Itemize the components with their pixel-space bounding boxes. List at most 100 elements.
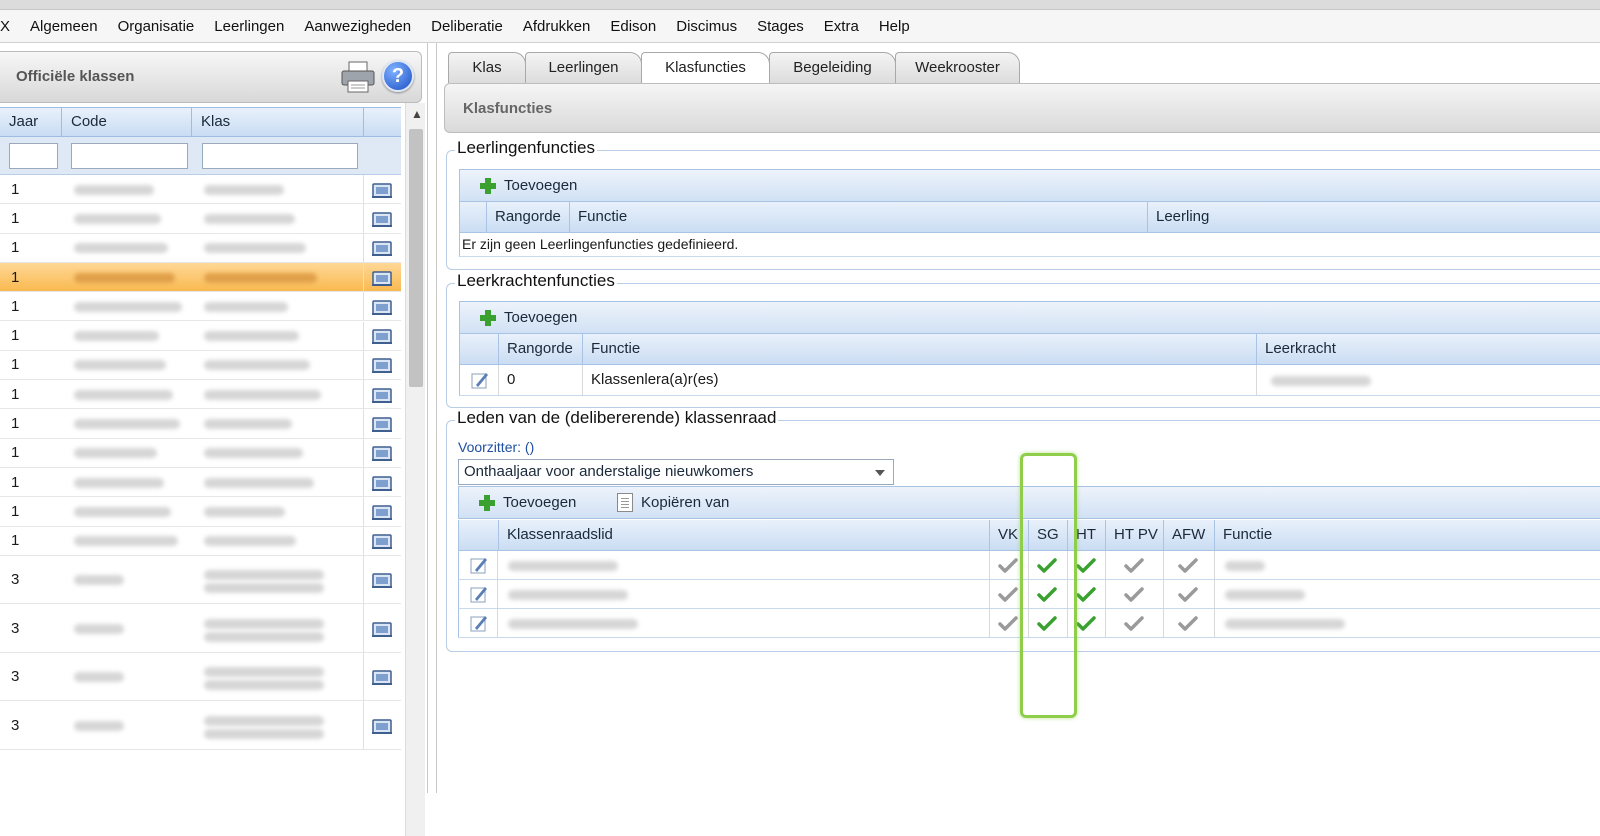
table-row[interactable]: 3 [0, 555, 401, 605]
checkmark-icon[interactable] [1178, 615, 1198, 631]
table-row[interactable]: 1 [0, 409, 401, 439]
column-header-ht-pv[interactable]: HT PV [1105, 520, 1163, 550]
cell-functie: Klassenlera(a)r(es) [582, 365, 1256, 395]
open-class-icon[interactable] [371, 181, 393, 199]
column-header-code[interactable]: Code [62, 108, 192, 136]
menu-item-algemeen[interactable]: Algemeen [20, 10, 108, 43]
menu-item-edison[interactable]: Edison [600, 10, 666, 43]
column-header-klas[interactable]: Klas [192, 108, 364, 136]
open-class-icon[interactable] [371, 620, 393, 638]
edit-icon[interactable] [470, 585, 488, 603]
menu-item-organisatie[interactable]: Organisatie [108, 10, 205, 43]
open-class-icon[interactable] [371, 210, 393, 228]
table-row[interactable]: 1 [0, 321, 401, 351]
menu-item-help[interactable]: Help [869, 10, 920, 43]
tab-weekrooster[interactable]: Weekrooster [895, 52, 1020, 83]
table-row[interactable]: 1 [0, 438, 401, 468]
checkmark-icon[interactable] [1124, 615, 1144, 631]
filter-code-input[interactable] [71, 143, 188, 169]
open-class-icon[interactable] [371, 356, 393, 374]
tab-leerlingen[interactable]: Leerlingen [525, 52, 642, 83]
table-row[interactable]: 1 [0, 292, 401, 322]
edit-icon[interactable] [471, 371, 489, 389]
checkmark-icon[interactable] [998, 557, 1018, 573]
cell-jaar: 1 [11, 385, 20, 403]
scroll-thumb[interactable] [409, 129, 423, 387]
checkmark-icon[interactable] [1076, 586, 1096, 602]
checkmark-icon[interactable] [1124, 586, 1144, 602]
menu-item-extra[interactable]: Extra [814, 10, 869, 43]
table-row[interactable]: 0 Klassenlera(a)r(es) [459, 365, 1600, 396]
table-row[interactable]: 1 [0, 175, 401, 205]
menu-item-aanwezigheden[interactable]: Aanwezigheden [294, 10, 421, 43]
open-class-icon[interactable] [371, 668, 393, 686]
open-class-icon[interactable] [371, 474, 393, 492]
table-row[interactable]: 1 [0, 350, 401, 381]
column-header-leerling[interactable]: Leerling [1147, 202, 1600, 232]
table-row[interactable]: 1 [0, 380, 401, 410]
add-klassenraadslid-button[interactable]: Toevoegen [475, 487, 605, 518]
help-icon[interactable]: ? [382, 60, 414, 92]
table-row[interactable]: 1 [0, 204, 401, 234]
filter-jaar-input[interactable] [9, 143, 58, 169]
menu-item-discimus[interactable]: Discimus [666, 10, 747, 43]
filter-klas-input[interactable] [202, 143, 358, 169]
column-header-functie[interactable]: Functie [582, 334, 1256, 364]
menu-item-x[interactable]: X [0, 10, 20, 43]
tab-begeleiding[interactable]: Begeleiding [769, 52, 896, 83]
edit-icon[interactable] [470, 614, 488, 632]
edit-icon[interactable] [470, 556, 488, 574]
tab-klasfuncties[interactable]: Klasfuncties [641, 52, 770, 84]
column-header-afw[interactable]: AFW [1163, 520, 1214, 550]
open-class-icon[interactable] [371, 532, 393, 550]
menu-item-deliberatie[interactable]: Deliberatie [421, 10, 513, 43]
open-class-icon[interactable] [371, 444, 393, 462]
add-leerlingfunctie-button[interactable]: Toevoegen [476, 170, 606, 201]
menu-item-afdrukken[interactable]: Afdrukken [513, 10, 601, 43]
checkmark-icon[interactable] [998, 615, 1018, 631]
add-button-label: Toevoegen [504, 177, 578, 194]
column-header-rangorde[interactable]: Rangorde [486, 202, 569, 232]
open-class-icon[interactable] [371, 717, 393, 735]
panel-splitter[interactable] [427, 43, 437, 793]
open-class-icon[interactable] [371, 269, 393, 287]
column-header-leerkracht[interactable]: Leerkracht [1256, 334, 1600, 364]
voorzitter-label: Voorzitter: () [458, 439, 535, 455]
tab-klas[interactable]: Klas [448, 52, 526, 83]
table-row[interactable]: 3 [0, 701, 401, 750]
klassenraad-type-select[interactable]: Onthaaljaar voor anderstalige nieuwkomer… [458, 459, 894, 485]
column-header-functie[interactable]: Functie [569, 202, 1147, 232]
open-class-icon[interactable] [371, 386, 393, 404]
table-row[interactable]: 1 [0, 262, 401, 293]
table-row[interactable]: 3 [0, 604, 401, 653]
table-row[interactable]: 1 [0, 497, 401, 527]
checkmark-icon[interactable] [1178, 557, 1198, 573]
checkmark-icon[interactable] [1076, 557, 1096, 573]
add-leerkrachtfunctie-button[interactable]: Toevoegen [476, 302, 606, 333]
open-class-icon[interactable] [371, 327, 393, 345]
checkmark-icon[interactable] [1076, 615, 1096, 631]
printer-icon[interactable] [340, 60, 376, 94]
table-row[interactable]: 1 [0, 468, 401, 498]
open-class-icon[interactable] [371, 503, 393, 521]
scroll-up-icon[interactable]: ▲ [411, 108, 423, 120]
table-row[interactable]: 3 [0, 652, 401, 702]
menu-item-stages[interactable]: Stages [747, 10, 814, 43]
copy-from-button[interactable]: Kopiëren van [617, 487, 757, 518]
checkmark-icon[interactable] [1124, 557, 1144, 573]
column-header-klassenraadslid[interactable]: Klassenraadslid [498, 520, 989, 550]
open-class-icon[interactable] [371, 298, 393, 316]
column-header-functie[interactable]: Functie [1214, 520, 1600, 550]
table-row[interactable]: 1 [0, 526, 401, 556]
checkmark-icon[interactable] [998, 586, 1018, 602]
table-row[interactable]: 1 [0, 233, 401, 263]
leerlingenfuncties-section: Leerlingenfuncties Toevoegen Rangorde Fu… [446, 138, 1600, 270]
open-class-icon[interactable] [371, 239, 393, 257]
menu-item-leerlingen[interactable]: Leerlingen [204, 10, 294, 43]
checkmark-icon[interactable] [1178, 586, 1198, 602]
open-class-icon[interactable] [371, 415, 393, 433]
open-class-icon[interactable] [371, 571, 393, 589]
left-scrollbar[interactable]: ▲ [405, 103, 425, 836]
column-header-jaar[interactable]: Jaar [0, 108, 62, 136]
column-header-rangorde[interactable]: Rangorde [498, 334, 582, 364]
